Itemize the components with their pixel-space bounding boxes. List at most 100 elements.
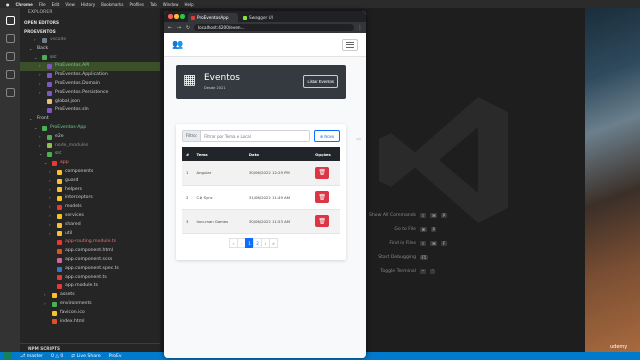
chevron-icon: ⌄ [29, 116, 33, 122]
chevron-icon: ⌄ [39, 151, 43, 157]
tree-item[interactable]: app-routing.module.ts [20, 238, 160, 247]
filter-input[interactable] [201, 131, 309, 141]
branch-status[interactable]: ⎇ master [20, 354, 43, 359]
menu-item-edit[interactable]: Edit [52, 2, 60, 7]
tree-item[interactable]: ⌄ src [20, 54, 160, 63]
extensions-icon[interactable] [5, 88, 15, 97]
folder-icon [57, 213, 62, 219]
chevron-icon: › [39, 133, 41, 139]
menu-item-help[interactable]: Help [185, 2, 194, 7]
listar-eventos-button[interactable]: Listar Eventos [303, 75, 338, 88]
apple-icon[interactable]: ● [6, 2, 10, 7]
tree-item[interactable]: › environments [20, 300, 160, 309]
tree-item[interactable]: app.component.spec.ts [20, 265, 160, 274]
sync-status[interactable]: 0 △ 0 [51, 354, 63, 359]
shortcut-label: Show All Commands [368, 213, 416, 218]
page-link[interactable]: » [269, 238, 278, 248]
run-debug-icon[interactable] [5, 70, 15, 79]
chevron-icon: ⌄ [44, 160, 48, 166]
menu-item-profiles[interactable]: Profiles [129, 2, 144, 7]
tree-item[interactable]: › models [20, 203, 160, 212]
tree-item[interactable]: ⌄ app [20, 159, 160, 168]
tree-item[interactable]: app.component.ts [20, 274, 160, 283]
tree-item[interactable]: › ProEventos.API [20, 62, 160, 72]
tree-item[interactable]: › vscode [20, 36, 160, 45]
delete-button[interactable]: 🗑 [315, 191, 330, 203]
minimize-window-icon[interactable] [174, 14, 179, 19]
remote-indicator[interactable] [4, 352, 12, 360]
tree-item[interactable]: favicon.ico [20, 309, 160, 318]
tab-proeventosapp[interactable]: ProEventosApp [188, 13, 238, 22]
source-control-icon[interactable] [5, 52, 15, 61]
tree-item[interactable]: app.component.scss [20, 256, 160, 265]
url-field[interactable]: localhost:4200/even... [194, 24, 354, 31]
users-brand-icon[interactable]: 👥 [172, 40, 183, 50]
tree-item[interactable]: › shared [20, 221, 160, 230]
tree-item[interactable]: › guard [20, 177, 160, 186]
menu-item-view[interactable]: View [65, 2, 75, 7]
tree-item[interactable]: app.component.html [20, 247, 160, 256]
table-row[interactable]: 1 Angular 30/06/2022 12:29 PM 🗑 [182, 161, 340, 186]
tree-item[interactable]: index.html [20, 318, 160, 327]
tree-item[interactable]: › util [20, 230, 160, 239]
tree-item[interactable]: ProEventos.sln [20, 106, 160, 115]
navbar-toggler-button[interactable] [342, 38, 358, 51]
tab-swagger[interactable]: Swagger UI [240, 13, 290, 22]
novo-button[interactable]: ⊕ Novo [314, 130, 340, 142]
project-section[interactable]: PROEVENTOS [20, 27, 160, 36]
back-icon[interactable]: ← [167, 25, 173, 31]
cell-tema: Iron-man Games [192, 209, 245, 234]
live-share-status[interactable]: ⇄ Live Share [71, 354, 100, 359]
file-icon [47, 108, 52, 114]
tree-item[interactable]: app.module.ts [20, 282, 160, 291]
tree-item[interactable]: › assets [20, 291, 160, 300]
forward-icon[interactable]: → [176, 25, 182, 31]
resize-handle-icon[interactable]: ⇔ [356, 136, 361, 143]
menu-item-history[interactable]: History [81, 2, 95, 7]
menu-dots-icon[interactable]: ⋮ [357, 25, 363, 31]
delete-button[interactable]: 🗑 [315, 215, 330, 227]
tree-item[interactable]: › node_modules [20, 142, 160, 151]
table-row[interactable]: 2 C# Sync 31/08/2022 11:49 AM 🗑 [182, 185, 340, 210]
maximize-window-icon[interactable] [180, 14, 185, 19]
tree-item[interactable]: › services [20, 212, 160, 221]
tree-item[interactable]: global.json [20, 98, 160, 107]
folder-icon [47, 81, 52, 87]
col-header-data: Data [244, 147, 312, 161]
explorer-icon[interactable] [5, 16, 15, 25]
tree-item-label: app.component.spec.ts [65, 265, 119, 271]
search-icon[interactable] [5, 34, 15, 43]
tree-item[interactable]: ⌄ Front [20, 115, 160, 124]
menu-item-chrome[interactable]: Chrome [16, 2, 33, 7]
tree-item[interactable]: ⌄ src [20, 150, 160, 159]
delete-button[interactable]: 🗑 [315, 166, 330, 179]
open-editors-section[interactable]: OPEN EDITORS [20, 18, 160, 27]
filter-row: Filtro: ⊕Novo [182, 130, 340, 142]
tree-item-label: services [65, 212, 84, 218]
close-window-icon[interactable] [168, 14, 173, 19]
shortcut-hint: Go to File ⌘ P [366, 227, 447, 232]
tree-item[interactable]: › ProEventos.Application [20, 71, 160, 80]
menu-item-window[interactable]: Window [163, 2, 179, 7]
key-cap: P [441, 213, 447, 218]
tree-item[interactable]: › helpers [20, 186, 160, 195]
project-status[interactable]: ProEv [109, 354, 122, 359]
tree-item[interactable]: ⌄ ProEventos-App [20, 124, 160, 133]
menu-item-file[interactable]: File [39, 2, 46, 7]
table-row[interactable]: 3 Iron-man Games 30/06/2022 11:53 AM 🗑 [182, 209, 340, 234]
tree-item[interactable]: › e2e [20, 133, 160, 142]
menu-item-bookmarks[interactable]: Bookmarks [101, 2, 123, 7]
tree-item[interactable]: › interceptors [20, 194, 160, 203]
tree-item-label: interceptors [65, 195, 93, 201]
reload-icon[interactable]: ↻ [185, 25, 191, 31]
npm-scripts-section[interactable]: NPM SCRIPTS [20, 343, 160, 352]
novo-label: Novo [324, 133, 335, 139]
tree-item[interactable]: › ProEventos.Persistence [20, 89, 160, 98]
shortcut-label: Toggle Terminal [380, 269, 416, 274]
tree-item[interactable]: ⌄ Back [20, 45, 160, 54]
tree-item[interactable]: › components [20, 168, 160, 177]
tree-item[interactable]: › ProEventos.Domain [20, 80, 160, 89]
tree-item-label: node_modules [55, 142, 89, 148]
menu-item-tab[interactable]: Tab [150, 2, 157, 7]
app-navbar: 👥 [164, 33, 366, 57]
